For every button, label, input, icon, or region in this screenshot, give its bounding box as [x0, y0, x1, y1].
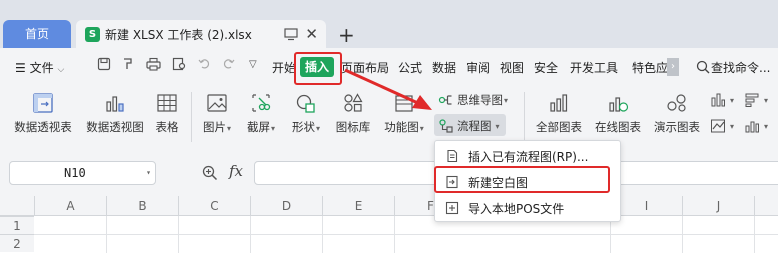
- annotation-arrow-icon: [344, 68, 432, 110]
